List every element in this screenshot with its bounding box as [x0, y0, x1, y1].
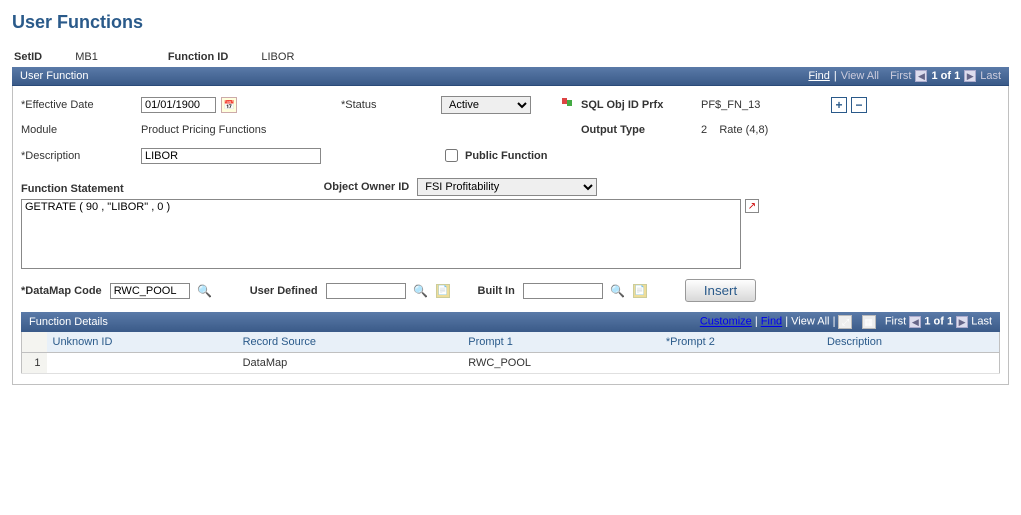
lookup-icon[interactable]: 🔍 — [198, 284, 212, 298]
datamap-code-input[interactable] — [110, 283, 190, 299]
function-id-value: LIBOR — [261, 51, 294, 63]
col-record-source[interactable]: Record Source — [237, 332, 463, 353]
builtin-label: Built In — [478, 285, 515, 297]
last-label: Last — [980, 70, 1001, 82]
owner-label: Object Owner ID — [324, 181, 410, 193]
col-unknown-id[interactable]: Unknown ID — [47, 332, 237, 353]
view-all-link: View All — [841, 70, 879, 82]
row-num: 1 — [22, 353, 47, 374]
output-type-label: Output Type — [581, 124, 701, 136]
remove-row-button[interactable]: − — [851, 97, 867, 113]
cell-prompt2 — [660, 353, 821, 374]
public-function-checkbox[interactable] — [445, 149, 458, 162]
customize-link[interactable]: Customize — [700, 316, 752, 328]
datamap-code-label: DataMap Code — [21, 285, 102, 297]
function-statement-heading: Function Statement — [21, 183, 124, 195]
user-function-panel-body: Effective Date 📅 Status Active SQL Obj I… — [12, 86, 1009, 385]
user-defined-input[interactable] — [326, 283, 406, 299]
builtin-input[interactable] — [523, 283, 603, 299]
description-input[interactable] — [141, 148, 321, 164]
function-details-table: Unknown ID Record Source Prompt 1 *Promp… — [21, 332, 1000, 374]
description-label: Description — [21, 150, 141, 162]
output-type-value: Rate (4,8) — [719, 124, 768, 136]
function-statement-textarea[interactable]: GETRATE ( 90 , "LIBOR" , 0 ) — [21, 199, 741, 269]
calendar-icon[interactable]: 📅 — [221, 97, 237, 113]
list-icon[interactable]: 📄 — [633, 284, 647, 298]
status-select[interactable]: Active — [441, 96, 531, 114]
next-icon[interactable]: ▶ — [964, 70, 976, 82]
find-link[interactable]: Find — [761, 316, 782, 328]
list-icon[interactable]: 📄 — [436, 284, 450, 298]
col-rownum — [22, 332, 47, 353]
owner-select[interactable]: FSI Profitability — [417, 178, 597, 196]
cell-record-source: DataMap — [237, 353, 463, 374]
function-details-panel-header: Function Details Customize | Find | View… — [21, 312, 1000, 332]
setid-value: MB1 — [75, 51, 98, 63]
public-function-label: Public Function — [465, 150, 548, 162]
function-details-title: Function Details — [29, 316, 108, 328]
nav-position: 1 of 1 — [931, 70, 960, 82]
page-title: User Functions — [12, 12, 1009, 33]
module-value: Product Pricing Functions — [141, 124, 341, 136]
prev-icon[interactable]: ◀ — [915, 70, 927, 82]
sql-prefix-value: PF$_FN_13 — [701, 99, 811, 111]
function-id-label: Function ID — [168, 51, 229, 63]
header-row: SetID MB1 Function ID LIBOR — [12, 51, 1009, 63]
find-link[interactable]: Find — [808, 70, 829, 82]
user-defined-label: User Defined — [250, 285, 318, 297]
prev-icon[interactable]: ◀ — [909, 316, 921, 328]
effective-date-label: Effective Date — [21, 99, 141, 111]
col-prompt1[interactable]: Prompt 1 — [462, 332, 660, 353]
zoom-icon[interactable]: ⤢ — [838, 315, 852, 329]
flag-icon — [561, 97, 581, 114]
cell-unknown-id — [47, 353, 237, 374]
table-row[interactable]: 1 DataMap RWC_POOL — [22, 353, 1000, 374]
grid-icon[interactable]: ▦ — [862, 315, 876, 329]
insert-button[interactable]: Insert — [685, 279, 756, 302]
lookup-icon[interactable]: 🔍 — [611, 284, 625, 298]
col-prompt2[interactable]: *Prompt 2 — [660, 332, 821, 353]
next-icon[interactable]: ▶ — [956, 316, 968, 328]
sql-prefix-label: SQL Obj ID Prfx — [581, 99, 701, 111]
status-label: Status — [341, 99, 441, 111]
effective-date-input[interactable] — [141, 97, 216, 113]
first-label: First — [890, 70, 911, 82]
popout-icon[interactable]: ↗ — [745, 199, 759, 213]
view-all-link: View All — [791, 316, 829, 328]
first-label: First — [885, 316, 906, 328]
output-type-code: 2 — [701, 124, 707, 136]
setid-label: SetID — [14, 51, 42, 63]
add-row-button[interactable]: + — [831, 97, 847, 113]
user-function-panel-header: User Function Find | View All First ◀ 1 … — [12, 67, 1009, 86]
cell-description — [821, 353, 1000, 374]
cell-prompt1: RWC_POOL — [462, 353, 660, 374]
col-description[interactable]: Description — [821, 332, 1000, 353]
last-label: Last — [971, 316, 992, 328]
user-function-panel-title: User Function — [20, 70, 88, 82]
module-label: Module — [21, 124, 141, 136]
lookup-icon[interactable]: 🔍 — [414, 284, 428, 298]
details-nav-position: 1 of 1 — [924, 316, 953, 328]
